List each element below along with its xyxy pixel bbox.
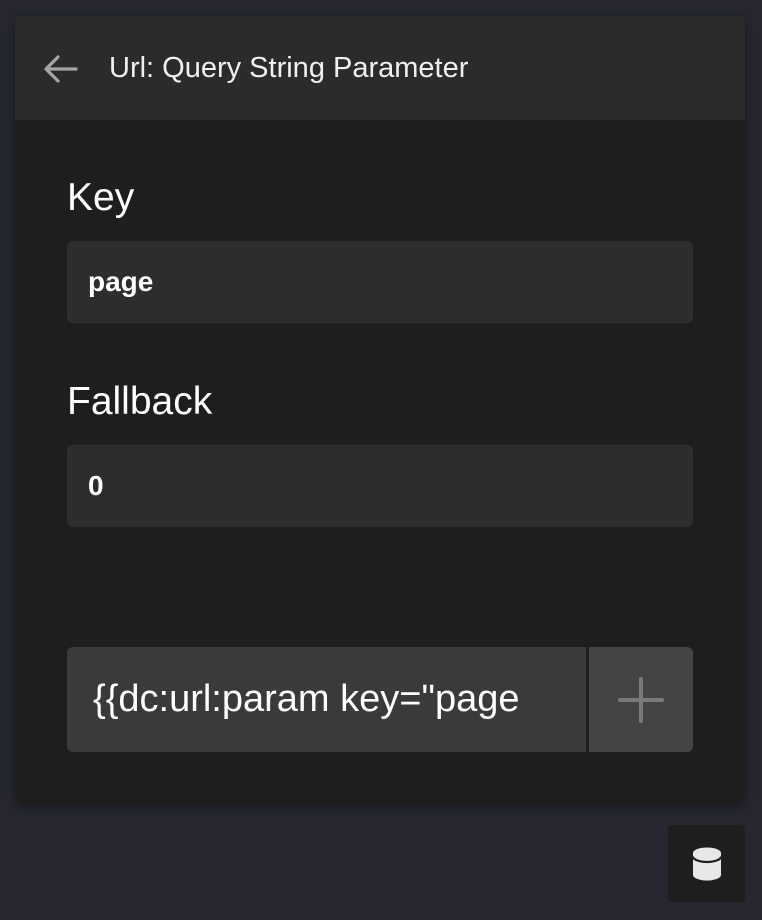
key-input[interactable] [67, 241, 693, 323]
shortcode-row: {{dc:url:param key="page [67, 647, 693, 752]
page-title: Url: Query String Parameter [109, 52, 469, 84]
key-label: Key [67, 176, 135, 219]
arrow-left-icon [44, 55, 78, 83]
panel-header: Url: Query String Parameter [15, 16, 745, 120]
fallback-label: Fallback [67, 380, 213, 423]
fallback-input[interactable] [67, 445, 693, 527]
back-button[interactable] [41, 51, 81, 87]
database-icon [691, 847, 722, 880]
insert-button[interactable] [589, 647, 693, 752]
dynamic-content-button[interactable] [668, 825, 745, 902]
plus-icon [618, 676, 664, 723]
dynamic-content-panel: Url: Query String Parameter Key Fallback… [15, 16, 745, 804]
shortcode-preview[interactable]: {{dc:url:param key="page [67, 647, 586, 752]
